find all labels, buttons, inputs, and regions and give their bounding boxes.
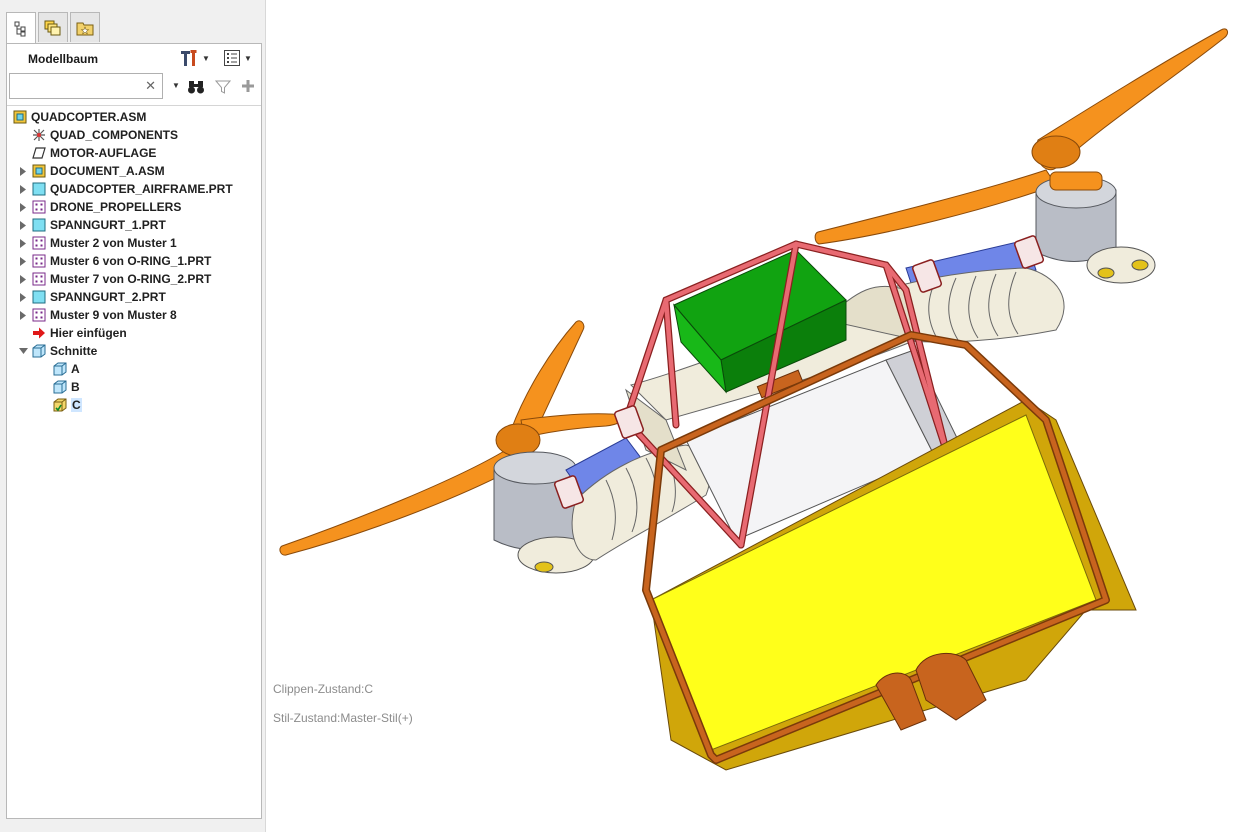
expand-arrow-icon[interactable] [17,237,29,249]
insert-here-arrow-icon [33,327,45,339]
part-icon [32,218,46,232]
tree-item-label: B [71,380,80,394]
arm-left[interactable] [565,437,711,561]
tree-item-schnitte[interactable]: Schnitte [17,342,97,360]
tree-item-label: QUAD_COMPONENTS [50,128,179,142]
expand-arrow-icon[interactable] [17,165,29,177]
section-icon [53,380,67,394]
navigator-panel: Modellbaum ▼ ▼ ✕ ▼ QUADCOPTER.ASM QUAD_C… [0,0,266,832]
tree-item-label: DOCUMENT_A.ASM [50,164,165,178]
part-icon [32,290,46,304]
model-tree-panel: Modellbaum ▼ ▼ ✕ ▼ QUADCOPTER.ASM QUAD_C… [6,43,262,819]
expand-arrow-icon[interactable] [17,273,29,285]
style-state-label: Stil-Zustand:Master-Stil(+) [273,711,413,725]
tree-item-label: C [71,398,82,412]
tree-item-motor-auflage[interactable]: MOTOR-AUFLAGE [32,144,156,162]
part-icon [32,182,46,196]
collapse-arrow-icon[interactable] [17,345,29,357]
datum-plane-icon [32,147,46,159]
model-tree-tab[interactable] [6,12,36,44]
tree-item-label: Hier einfügen [50,326,127,340]
chevron-down-icon: ▼ [244,53,252,63]
search-box: ✕ [9,73,163,99]
find-button[interactable] [187,79,205,95]
expand-arrow-icon[interactable] [17,309,29,321]
model-tree-tab-icon [14,21,26,36]
tree-item-label: Muster 9 von Muster 8 [50,308,177,322]
search-row: ✕ ▼ [9,73,259,101]
active-section-icon [53,398,67,412]
filter-button[interactable] [215,79,231,95]
add-filter-button[interactable] [241,79,255,93]
pattern-icon [32,236,46,250]
sections-folder-icon [32,344,46,358]
tree-item-label: Muster 6 von O-RING_1.PRT [50,254,212,268]
tree-item-quad-components[interactable]: QUAD_COMPONENTS [32,126,178,144]
tree-item-section-b[interactable]: B [53,378,80,396]
assembly-icon [13,110,27,124]
expand-arrow-icon[interactable] [17,219,29,231]
tree-item-document-a-asm[interactable]: DOCUMENT_A.ASM [17,162,165,180]
tree-item-muster-9[interactable]: Muster 9 von Muster 8 [17,306,177,324]
filter-icon [215,80,231,94]
clip-state-label: Clippen-Zustand:C [273,682,374,696]
section-icon [53,362,67,376]
tree-item-label: QUADCOPTER_AIRFRAME.PRT [50,182,233,196]
tree-item-spanngurt-1-prt[interactable]: SPANNGURT_1.PRT [17,216,166,234]
layers-tab[interactable] [38,12,68,42]
pattern-icon [32,254,46,268]
model-view[interactable] [266,0,1252,832]
pattern-icon [32,200,46,214]
chevron-down-icon: ▼ [172,81,180,90]
expand-arrow-icon[interactable] [17,291,29,303]
motor-right[interactable] [1035,171,1156,284]
divider [7,105,261,106]
expand-arrow-icon[interactable] [17,201,29,213]
tree-settings-button[interactable]: ▼ [179,48,210,68]
tree-item-section-c[interactable]: C [53,396,82,414]
tree-item-label: DRONE_PROPELLERS [50,200,182,214]
tree-item-drone-propellers[interactable]: DRONE_PROPELLERS [17,198,181,216]
tree-item-label: Muster 2 von Muster 1 [50,236,177,250]
graphics-area[interactable]: Clippen-Zustand:C Stil-Zustand:Master-St… [266,0,1252,832]
tree-item-quadcopter-airframe-prt[interactable]: QUADCOPTER_AIRFRAME.PRT [17,180,233,198]
tools-icon [181,50,197,66]
tree-item-hier-einfuegen[interactable]: Hier einfügen [32,324,127,342]
tree-item-muster-6[interactable]: Muster 6 von O-RING_1.PRT [17,252,211,270]
tree-item-label: Muster 7 von O-RING_2.PRT [50,272,212,286]
tree-item-label: SPANNGURT_2.PRT [50,290,166,304]
chevron-down-icon: ▼ [202,53,210,63]
search-input[interactable] [12,77,140,95]
binoculars-icon [188,81,204,94]
tree-item-label: Schnitte [50,344,98,358]
tree-item-muster-7[interactable]: Muster 7 von O-RING_2.PRT [17,270,211,288]
plus-icon [242,80,254,92]
favorites-folder-tab-icon [76,22,94,35]
tree-item-spanngurt-2-prt[interactable]: SPANNGURT_2.PRT [17,288,166,306]
pattern-icon [32,272,46,286]
tree-item-label: MOTOR-AUFLAGE [50,146,157,160]
layers-tab-icon [44,20,61,35]
model-tree-title: Modellbaum [28,52,99,66]
expand-arrow-icon[interactable] [17,183,29,195]
navigator-tabs [6,12,102,44]
list-settings-icon [224,50,240,66]
tree-item-label: QUADCOPTER.ASM [31,110,147,124]
tree-item-quadcopter-asm[interactable]: QUADCOPTER.ASM [13,108,146,126]
tree-item-muster-2[interactable]: Muster 2 von Muster 1 [17,234,177,252]
propeller-right[interactable] [814,28,1229,245]
favorites-folder-tab[interactable] [70,12,100,42]
clear-icon[interactable]: ✕ [145,78,156,94]
tree-show-button[interactable]: ▼ [223,48,252,68]
component-feature-icon [33,129,45,141]
tree-item-label: SPANNGURT_1.PRT [50,218,166,232]
tree-item-label: A [71,362,80,376]
model-tree-header: Modellbaum ▼ ▼ [7,44,261,72]
pattern-icon [32,308,46,322]
assembly-icon [32,164,46,178]
tree-item-section-a[interactable]: A [53,360,80,378]
expand-arrow-icon[interactable] [17,255,29,267]
search-options-dropdown[interactable]: ▼ [169,81,180,90]
